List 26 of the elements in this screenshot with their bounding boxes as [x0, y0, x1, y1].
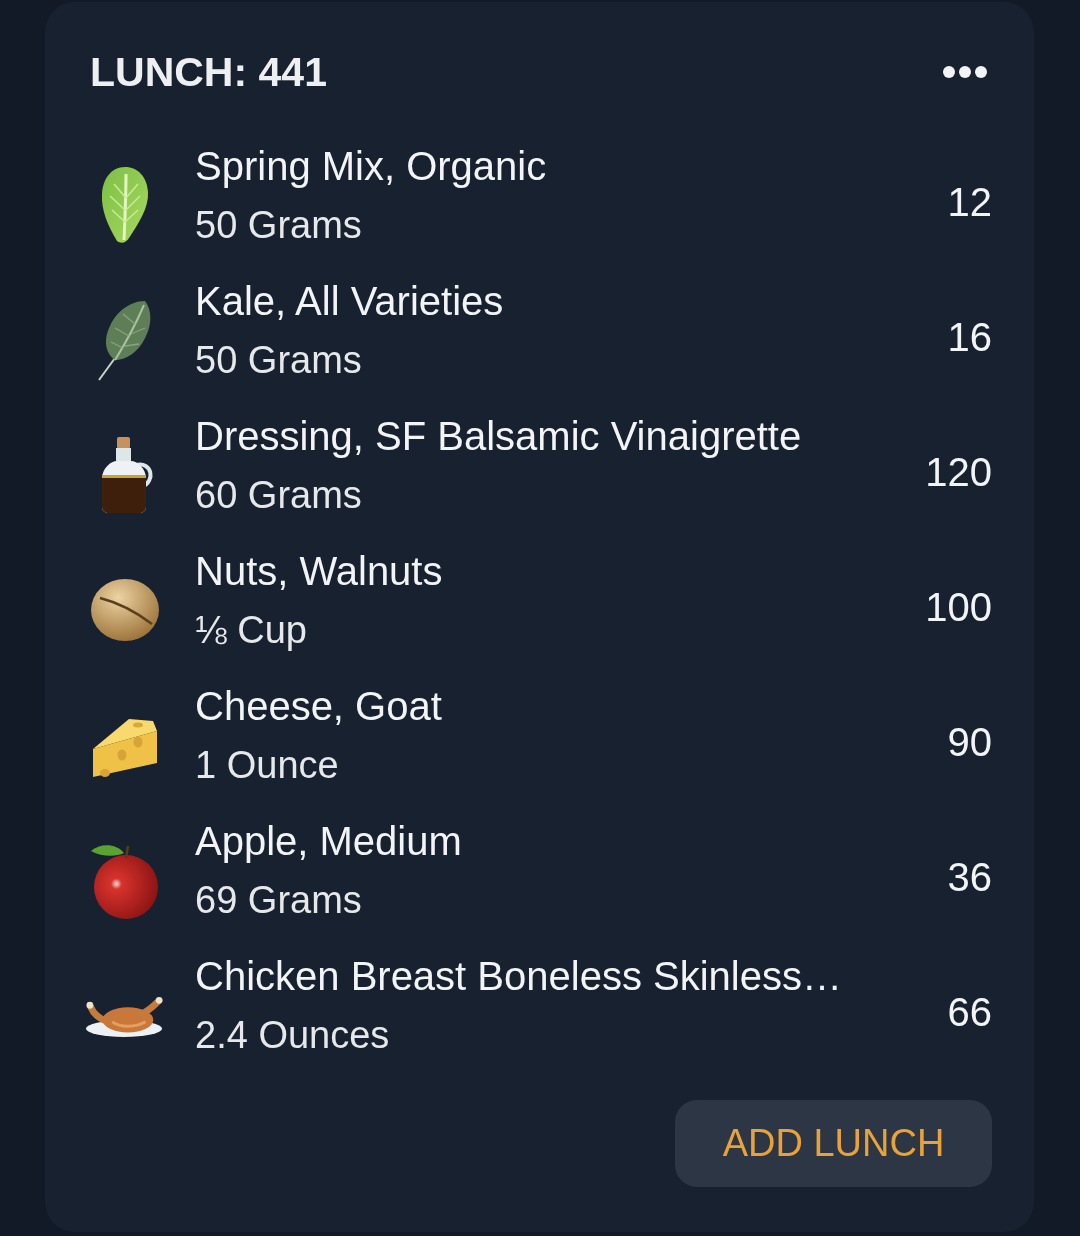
calorie-count: 90	[947, 718, 992, 766]
serving-size: 60 Grams	[195, 473, 363, 518]
food-name: Chicken Breast Boneless Skinless…	[195, 953, 843, 1000]
serving-size: 1 Ounce	[195, 743, 340, 788]
calorie-count: 120	[925, 448, 992, 496]
lettuce-icon	[100, 165, 150, 244]
serving-size: 50 Grams	[195, 203, 363, 248]
meal-title: LUNCH: 441	[90, 48, 327, 97]
serving-size: ⅛ Cup	[195, 608, 308, 653]
serving-size: 69 Grams	[195, 878, 363, 923]
food-name: Nuts, Walnuts	[195, 548, 444, 595]
food-name: Dressing, SF Balsamic Vinaigrette	[195, 413, 803, 460]
serving-size: 50 Grams	[195, 338, 363, 383]
more-icon[interactable]	[943, 66, 987, 78]
food-name: Cheese, Goat	[195, 683, 443, 730]
food-name: Kale, All Varieties	[195, 278, 505, 325]
food-name: Apple, Medium	[195, 818, 463, 865]
food-name: Spring Mix, Organic	[195, 143, 548, 190]
calorie-count: 36	[947, 853, 992, 901]
calorie-count: 16	[947, 313, 992, 361]
nut-icon	[90, 577, 160, 642]
add-lunch-button[interactable]: ADD LUNCH	[675, 1100, 992, 1187]
calorie-count: 100	[925, 583, 992, 631]
calorie-count: 12	[947, 178, 992, 226]
serving-size: 2.4 Ounces	[195, 1013, 391, 1058]
calorie-count: 66	[947, 988, 992, 1036]
